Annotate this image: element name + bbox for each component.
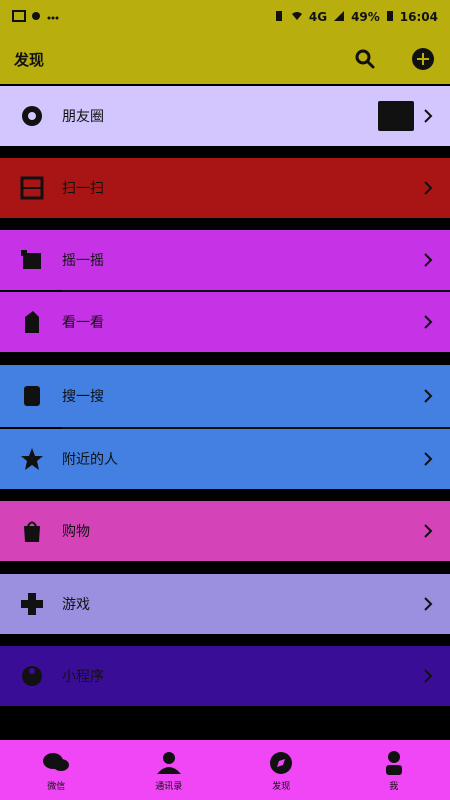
tab-chats[interactable]: 微信 <box>16 749 96 792</box>
list-item-scan[interactable]: 扫一扫 <box>0 158 450 218</box>
vibrate-icon <box>273 10 285 25</box>
list-item-label: 购物 <box>62 524 90 540</box>
tab-label: 发现 <box>272 781 291 792</box>
list-item-label: 游戏 <box>62 597 90 613</box>
chevron-right-icon <box>424 253 433 267</box>
list-item-label: 摇一摇 <box>62 253 104 269</box>
tab-me[interactable]: 我 <box>354 749 434 792</box>
chevron-right-icon <box>424 524 433 538</box>
more-notifications-icon <box>46 10 60 25</box>
list-item-shopping[interactable]: 购物 <box>0 501 450 561</box>
battery-percent: 49% <box>351 10 380 24</box>
bottom-tab-bar: 微信 通讯录 发现 我 <box>0 740 450 800</box>
wifi-icon <box>291 10 303 25</box>
star-icon <box>16 443 48 475</box>
clock: 16:04 <box>399 10 438 24</box>
person-icon <box>380 749 408 777</box>
add-button[interactable] <box>410 46 436 72</box>
chevron-right-icon <box>424 669 433 683</box>
tab-label: 通讯录 <box>155 781 183 792</box>
list-item-games[interactable]: 游戏 <box>0 574 450 634</box>
search-button[interactable] <box>352 46 378 72</box>
list-item-moments[interactable]: 朋友圈 <box>0 86 450 146</box>
tab-label: 微信 <box>47 781 66 792</box>
scan-icon <box>16 172 48 204</box>
moments-thumbnail <box>378 101 414 131</box>
mini-program-icon <box>16 660 48 692</box>
page-title: 发现 <box>14 50 45 69</box>
chevron-right-icon <box>424 389 433 403</box>
list-item-top-stories[interactable]: 看一看 <box>0 292 450 352</box>
search-feature-icon <box>16 380 48 412</box>
search-icon <box>355 49 375 69</box>
game-icon <box>16 588 48 620</box>
shopping-bag-icon <box>16 515 48 547</box>
list-item-label: 朋友圈 <box>62 109 104 125</box>
status-bar: 4G 49% 16:04 <box>0 0 450 34</box>
shake-icon <box>16 244 48 276</box>
chevron-right-icon <box>424 315 433 329</box>
list-item-label: 看一看 <box>62 315 104 331</box>
top-stories-icon <box>16 306 48 338</box>
signal-icon <box>333 10 345 25</box>
list-item-people-nearby[interactable]: 附近的人 <box>0 429 450 489</box>
chat-bubble-icon <box>42 749 70 777</box>
contacts-icon <box>155 749 183 777</box>
chevron-right-icon <box>424 109 433 123</box>
list-item-shake[interactable]: 摇一摇 <box>0 230 450 290</box>
network-type: 4G <box>308 10 328 24</box>
moments-icon <box>16 100 48 132</box>
chevron-right-icon <box>424 181 433 195</box>
compass-icon <box>267 749 295 777</box>
chevron-right-icon <box>424 597 433 611</box>
list-item-mini-programs[interactable]: 小程序 <box>0 646 450 706</box>
list-item-label: 搜一搜 <box>62 389 104 405</box>
list-item-label: 小程序 <box>62 669 104 685</box>
list-item-label: 附近的人 <box>62 452 118 468</box>
battery-icon <box>386 10 394 25</box>
tab-label: 我 <box>389 781 399 792</box>
plus-circle-icon <box>412 48 434 70</box>
message-icon <box>30 10 42 25</box>
notification-icon <box>12 9 26 25</box>
tab-discover[interactable]: 发现 <box>241 749 321 792</box>
list-item-search[interactable]: 搜一搜 <box>0 365 450 427</box>
list-item-label: 扫一扫 <box>62 181 104 197</box>
chevron-right-icon <box>424 452 433 466</box>
tab-contacts[interactable]: 通讯录 <box>129 749 209 792</box>
app-bar: 发现 <box>0 34 450 84</box>
